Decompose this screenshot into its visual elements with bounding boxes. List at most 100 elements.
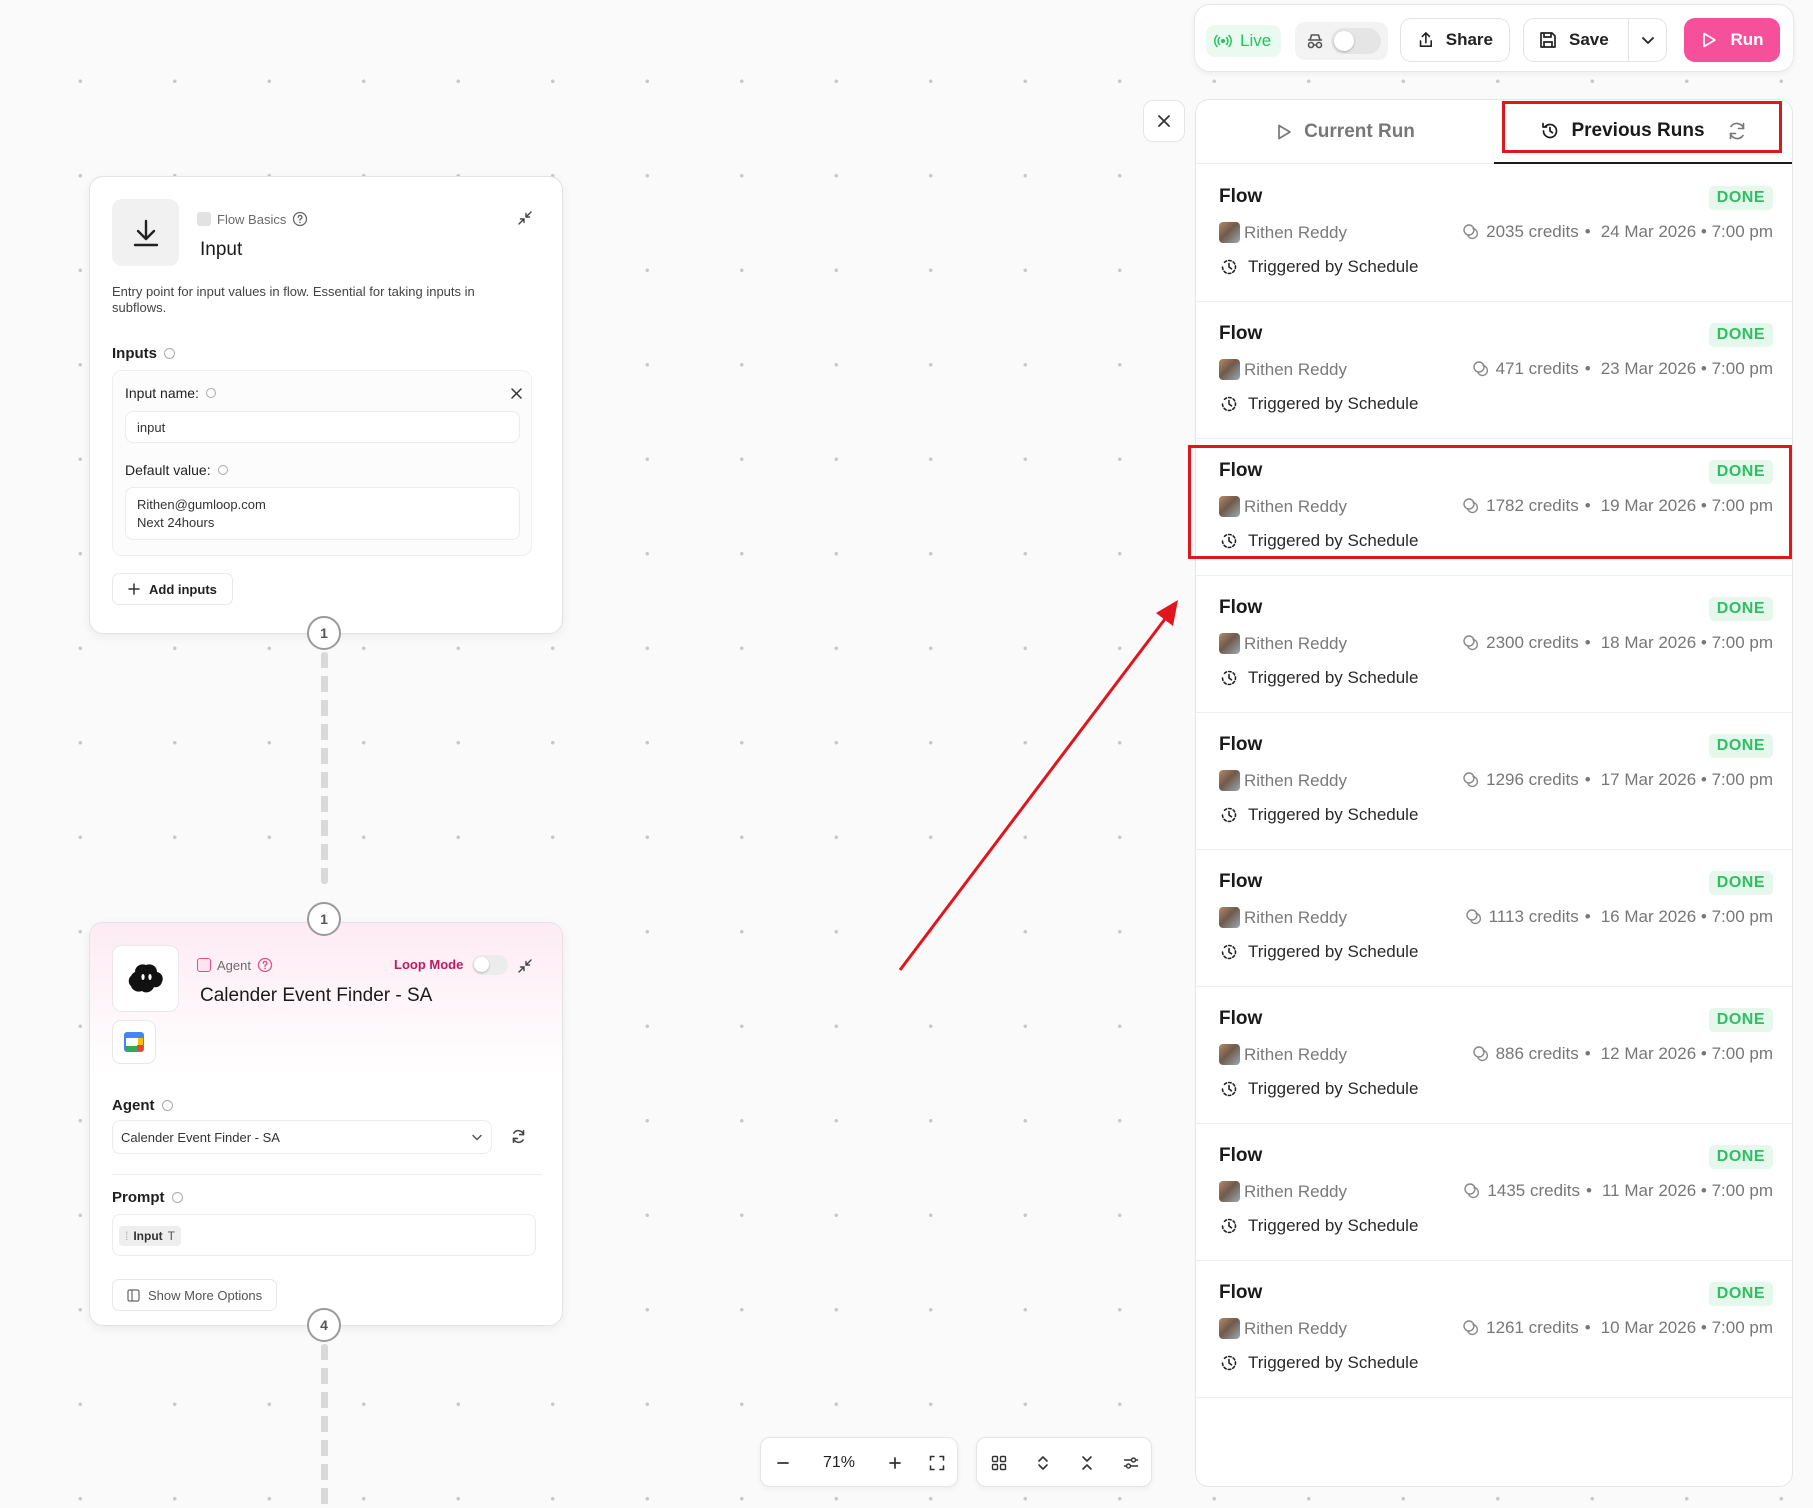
panel-icon bbox=[127, 1288, 140, 1302]
plus-icon bbox=[889, 1457, 901, 1469]
run-meta: 1113 credits • 16 Mar 2026 • 7:00 pm bbox=[1465, 907, 1773, 927]
drag-handle-icon: ⁞ bbox=[125, 1229, 129, 1243]
share-button[interactable]: Share bbox=[1400, 18, 1510, 62]
agent-select[interactable]: Calender Event Finder - SA bbox=[112, 1120, 492, 1154]
prompt-label-text: Prompt bbox=[112, 1189, 165, 1206]
highlight-previous-runs-tab bbox=[1502, 101, 1782, 153]
play-icon bbox=[1703, 32, 1717, 48]
avatar bbox=[1219, 1318, 1240, 1339]
agent-node-output-port[interactable]: 4 bbox=[307, 1308, 341, 1342]
run-user-name: Rithen Reddy bbox=[1244, 1044, 1348, 1064]
run-list-item[interactable]: Flow DONE Rithen Reddy 2035 credits • 24 Mar … bbox=[1196, 165, 1792, 302]
run-list-item[interactable]: Flow DONE Rithen Reddy 1261 credits • 10 Mar … bbox=[1196, 1261, 1792, 1398]
run-button[interactable]: Run bbox=[1684, 18, 1780, 62]
run-user: Rithen Reddy bbox=[1219, 359, 1347, 380]
meta-separator: • bbox=[1586, 1181, 1592, 1200]
show-more-options-label: Show More Options bbox=[148, 1287, 263, 1303]
run-meta: 1261 credits • 10 Mar 2026 • 7:00 pm bbox=[1462, 1318, 1773, 1338]
zoom-controls: 71% bbox=[760, 1437, 958, 1487]
credits-icon bbox=[1463, 224, 1479, 240]
status-badge: DONE bbox=[1708, 871, 1773, 895]
run-list-item[interactable]: Flow DONE Rithen Reddy 1296 credits • 17 Mar … bbox=[1196, 713, 1792, 850]
avatar bbox=[1219, 907, 1240, 928]
run-title: Flow bbox=[1219, 1282, 1263, 1303]
loop-mode-toggle[interactable] bbox=[472, 955, 508, 975]
settings-sliders-button[interactable] bbox=[1109, 1438, 1153, 1488]
run-trigger-label: Triggered by Schedule bbox=[1248, 394, 1419, 413]
incognito-toggle[interactable] bbox=[1331, 28, 1381, 54]
expand-all-button[interactable] bbox=[1021, 1438, 1065, 1488]
zoom-level: 71% bbox=[822, 1454, 856, 1471]
help-icon[interactable] bbox=[257, 957, 273, 973]
refresh-icon[interactable] bbox=[510, 1128, 527, 1145]
run-datetime: 11 Mar 2026 • 7:00 pm bbox=[1601, 1181, 1773, 1200]
run-trigger-label: Triggered by Schedule bbox=[1248, 1079, 1419, 1098]
remove-input-icon[interactable] bbox=[511, 388, 522, 399]
credits-icon bbox=[1463, 1320, 1479, 1336]
credits-icon bbox=[1465, 909, 1481, 925]
run-user-name: Rithen Reddy bbox=[1244, 633, 1348, 653]
zoom-in-button[interactable] bbox=[873, 1438, 917, 1488]
run-datetime: 16 Mar 2026 • 7:00 pm bbox=[1600, 907, 1773, 926]
live-status-pill[interactable]: Live bbox=[1206, 25, 1282, 57]
zoom-out-button[interactable] bbox=[761, 1438, 805, 1488]
run-list-item[interactable]: Flow DONE Rithen Reddy 1113 credits • 16 Mar … bbox=[1196, 850, 1792, 987]
input-node-category: Flow Basics bbox=[197, 211, 308, 227]
credits-icon bbox=[1472, 1046, 1488, 1062]
save-options-dropdown[interactable] bbox=[1629, 18, 1667, 62]
close-panel-button[interactable] bbox=[1143, 100, 1185, 142]
run-trigger: Triggered by Schedule bbox=[1219, 394, 1418, 414]
text-type-icon: T bbox=[167, 1229, 176, 1243]
tab-current-run-label: Current Run bbox=[1304, 121, 1415, 142]
add-inputs-button[interactable]: Add inputs bbox=[112, 573, 233, 605]
tab-current-run[interactable]: Current Run bbox=[1196, 100, 1494, 164]
runs-panel: Current Run Previous Runs Flow DONE Rithen… bbox=[1195, 99, 1793, 1487]
schedule-clock-icon bbox=[1221, 1081, 1237, 1097]
help-icon[interactable] bbox=[292, 211, 308, 227]
run-list-item[interactable]: Flow DONE Rithen Reddy 471 credits • 23 Mar 2… bbox=[1196, 302, 1792, 439]
prompt-field[interactable]: ⁞ Input T bbox=[112, 1214, 536, 1256]
run-meta: 2300 credits • 18 Mar 2026 • 7:00 pm bbox=[1462, 633, 1773, 653]
status-badge: DONE bbox=[1708, 597, 1773, 621]
agent-node-input-port[interactable]: 1 bbox=[307, 902, 341, 936]
run-list-item[interactable]: Flow DONE Rithen Reddy 1435 credits • 11 Mar … bbox=[1196, 1124, 1792, 1261]
prompt-input-chip[interactable]: ⁞ Input T bbox=[119, 1226, 182, 1246]
expand-icon bbox=[1038, 1456, 1048, 1470]
section-divider bbox=[112, 1174, 542, 1175]
show-more-options-button[interactable]: Show More Options bbox=[112, 1279, 278, 1311]
collapse-icon[interactable] bbox=[518, 211, 532, 225]
chevron-down-icon bbox=[472, 1134, 482, 1141]
sliders-icon bbox=[1123, 1457, 1139, 1469]
default-value-label-text: Default value: bbox=[125, 462, 211, 478]
connection-edge bbox=[321, 652, 328, 884]
input-name-field[interactable]: input bbox=[125, 411, 520, 443]
meta-separator: • bbox=[1584, 907, 1591, 926]
input-node[interactable]: Flow Basics Input Entry point for input … bbox=[89, 176, 563, 634]
run-credits: 2035 credits bbox=[1486, 222, 1579, 241]
run-list-item[interactable]: Flow DONE Rithen Reddy 2300 credits • 18 Mar … bbox=[1196, 576, 1792, 713]
schedule-clock-icon bbox=[1221, 807, 1237, 823]
avatar bbox=[1219, 633, 1240, 654]
default-value-field[interactable]: Rithen@gumloop.com Next 24hours bbox=[125, 487, 520, 540]
agent-node[interactable]: Agent Loop Mode Calender Event Finder - … bbox=[89, 922, 563, 1326]
google-calendar-tool[interactable] bbox=[112, 1020, 156, 1064]
input-node-title: Input bbox=[200, 239, 243, 260]
status-badge: DONE bbox=[1708, 1282, 1773, 1306]
info-icon bbox=[171, 1192, 183, 1203]
collapse-icon[interactable] bbox=[518, 959, 532, 973]
play-icon bbox=[1278, 124, 1291, 140]
run-list-item[interactable]: Flow DONE Rithen Reddy 886 credits • 12 Mar 2… bbox=[1196, 987, 1792, 1124]
avatar bbox=[1219, 222, 1240, 243]
avatar bbox=[1219, 1181, 1240, 1202]
fit-view-button[interactable] bbox=[915, 1438, 959, 1488]
collapse-all-button[interactable] bbox=[1065, 1438, 1109, 1488]
schedule-clock-icon bbox=[1221, 1218, 1237, 1234]
grid-layout-button[interactable] bbox=[977, 1438, 1021, 1488]
run-credits: 1113 credits bbox=[1488, 907, 1579, 926]
credits-icon bbox=[1472, 361, 1488, 377]
agent-select-value: Calender Event Finder - SA bbox=[121, 1129, 280, 1145]
flow-basics-icon bbox=[197, 212, 211, 226]
input-node-output-port[interactable]: 1 bbox=[307, 616, 341, 650]
share-label: Share bbox=[1445, 30, 1493, 49]
run-datetime: 17 Mar 2026 • 7:00 pm bbox=[1600, 770, 1773, 789]
